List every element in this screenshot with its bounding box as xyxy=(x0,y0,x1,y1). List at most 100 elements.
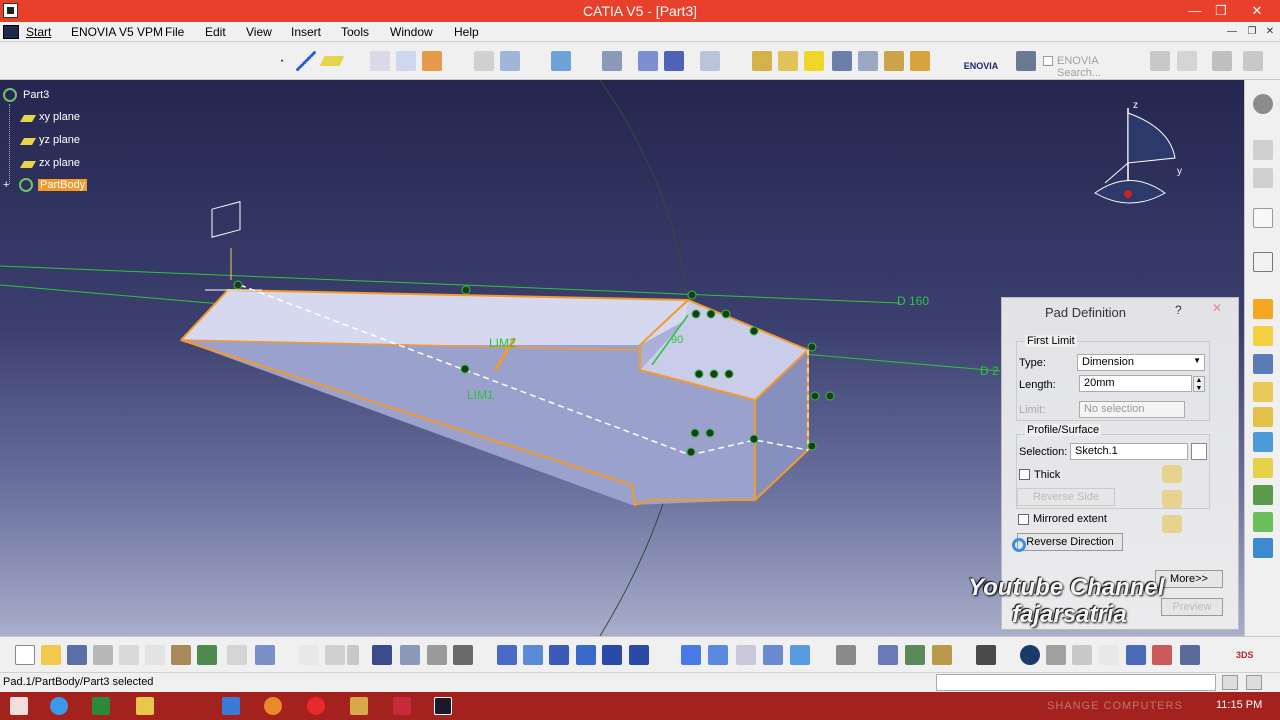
pocket-icon[interactable] xyxy=(778,51,798,71)
preview-button[interactable]: Preview xyxy=(1161,598,1223,616)
sketcher-icon[interactable] xyxy=(1253,252,1273,272)
firefox-icon[interactable] xyxy=(264,697,282,715)
select-cursor-icon[interactable] xyxy=(1253,208,1273,228)
open-folder-icon[interactable] xyxy=(41,645,61,665)
update-icon[interactable] xyxy=(453,645,473,665)
doc-restore-button[interactable]: ❐ xyxy=(1244,25,1260,39)
new-document-icon[interactable] xyxy=(15,645,35,665)
constraint-tool-icon[interactable] xyxy=(1253,168,1273,188)
text-with-leader-icon[interactable] xyxy=(370,51,390,71)
menu-start[interactable]: Start xyxy=(26,25,51,39)
draft-tool-icon[interactable] xyxy=(1253,485,1273,505)
menu-help[interactable]: Help xyxy=(454,25,479,39)
tree-item-xy-plane[interactable]: xy plane xyxy=(39,111,80,123)
apply-material-icon[interactable] xyxy=(551,51,571,71)
measure-icon[interactable] xyxy=(602,51,622,71)
pan-icon[interactable] xyxy=(549,645,569,665)
menu-view[interactable]: View xyxy=(246,25,272,39)
graph-icon[interactable] xyxy=(1180,645,1200,665)
refresh-icon[interactable] xyxy=(1020,645,1040,665)
camera-icon[interactable] xyxy=(976,645,996,665)
thick-checkbox[interactable] xyxy=(1019,469,1030,480)
tree-root-part[interactable]: Part3 xyxy=(23,89,49,101)
hand-icon[interactable] xyxy=(1046,645,1066,665)
undo-icon[interactable] xyxy=(197,645,217,665)
start-menu-icon[interactable] xyxy=(3,25,19,39)
swap-visible-icon[interactable] xyxy=(790,645,810,665)
selection-input[interactable]: Sketch.1 xyxy=(1070,443,1188,460)
sketch-edit-icon[interactable] xyxy=(1191,443,1207,460)
pad-icon[interactable] xyxy=(752,51,772,71)
tree-item-yz-plane[interactable]: yz plane xyxy=(39,134,80,146)
iso-view-icon[interactable] xyxy=(708,645,728,665)
shell-tool-icon[interactable] xyxy=(1253,512,1273,532)
shaft-tool-icon[interactable] xyxy=(1253,354,1273,374)
enovia-tool-icon[interactable] xyxy=(1150,51,1170,71)
reverse-direction-button[interactable]: Reverse Direction xyxy=(1017,533,1123,551)
shading-icon[interactable] xyxy=(736,645,756,665)
compass-widget[interactable] xyxy=(1090,98,1180,228)
media-app-icon[interactable] xyxy=(393,697,411,715)
internet-explorer-icon[interactable] xyxy=(50,697,68,715)
menu-edit[interactable]: Edit xyxy=(205,25,226,39)
save-icon[interactable] xyxy=(67,645,87,665)
fit-all-icon[interactable] xyxy=(523,645,543,665)
length-spinner[interactable]: ▲ ▼ xyxy=(1193,376,1205,392)
shaft-icon[interactable] xyxy=(804,51,824,71)
comment-icon[interactable] xyxy=(325,645,345,665)
store-icon[interactable] xyxy=(222,697,240,715)
menu-insert[interactable]: Insert xyxy=(291,25,321,39)
catalog-browser-icon[interactable] xyxy=(905,645,925,665)
point-icon[interactable]: · xyxy=(272,51,292,71)
pocket-tool-icon[interactable] xyxy=(1253,326,1273,346)
hide-show-icon[interactable] xyxy=(763,645,783,665)
print-icon[interactable] xyxy=(93,645,113,665)
chamfer-tool-icon[interactable] xyxy=(1253,458,1273,478)
whats-this-icon[interactable] xyxy=(255,645,275,665)
settings-gear-icon[interactable] xyxy=(1253,94,1273,114)
menu-window[interactable]: Window xyxy=(390,25,433,39)
pad-tool-icon[interactable] xyxy=(1253,299,1273,319)
doc-close-button[interactable]: ✕ xyxy=(1262,25,1278,39)
menu-tools[interactable]: Tools xyxy=(341,25,369,39)
groove-icon[interactable] xyxy=(832,51,852,71)
opera-icon[interactable] xyxy=(307,697,325,715)
sketch-app-icon[interactable] xyxy=(350,697,368,715)
excel-icon[interactable] xyxy=(92,697,110,715)
screen-capture-icon[interactable] xyxy=(836,645,856,665)
rotate-icon[interactable] xyxy=(576,645,596,665)
search-checkbox[interactable] xyxy=(1043,56,1053,66)
snap-icon[interactable] xyxy=(700,51,720,71)
menu-enovia[interactable]: ENOVIA V5 VPM xyxy=(71,25,163,39)
table-icon[interactable] xyxy=(372,645,392,665)
tree-item-zx-plane[interactable]: zx plane xyxy=(39,157,80,169)
rib-icon[interactable] xyxy=(884,51,904,71)
tree-item-partbody[interactable]: PartBody xyxy=(38,179,88,191)
command-input[interactable] xyxy=(936,674,1216,691)
command-history-icon[interactable] xyxy=(1246,675,1262,690)
close-button[interactable]: ✕ xyxy=(1246,1,1268,20)
sketcher-icon[interactable] xyxy=(422,51,442,71)
plane-icon[interactable] xyxy=(319,56,345,66)
restore-button[interactable]: ❐ xyxy=(1210,1,1232,20)
minimize-button[interactable]: — xyxy=(1184,1,1206,20)
line-icon[interactable] xyxy=(296,51,316,71)
length-input[interactable]: 20mm xyxy=(1079,375,1192,392)
hole-icon[interactable] xyxy=(858,51,878,71)
replace-icon[interactable] xyxy=(474,51,494,71)
paste-icon[interactable] xyxy=(171,645,191,665)
mirrored-extent-checkbox[interactable] xyxy=(1018,514,1029,525)
dialog-close-button[interactable]: ✕ xyxy=(1205,301,1229,319)
reference-icon[interactable] xyxy=(427,645,447,665)
redo-icon[interactable] xyxy=(227,645,247,665)
enovia-connect-icon[interactable] xyxy=(1016,51,1036,71)
grid-icon[interactable] xyxy=(664,51,684,71)
cut-icon[interactable] xyxy=(119,645,139,665)
slot-icon[interactable] xyxy=(910,51,930,71)
part-gear-icon[interactable] xyxy=(3,88,17,102)
lock-icon[interactable] xyxy=(932,645,952,665)
expand-icon[interactable]: + xyxy=(3,179,9,191)
formula-icon[interactable] xyxy=(1243,51,1263,71)
sketch-icon[interactable] xyxy=(396,51,416,71)
properties-icon[interactable] xyxy=(1152,645,1172,665)
